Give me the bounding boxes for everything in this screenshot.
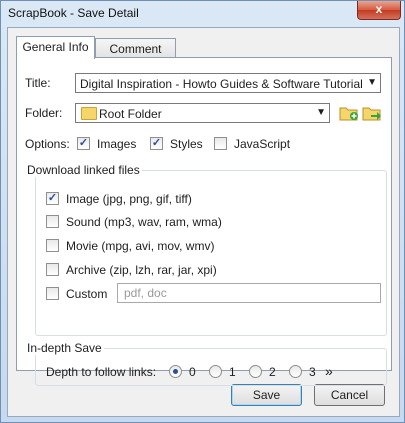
title-value: Digital Inspiration - Howto Guides & Sof…: [80, 77, 363, 91]
download-movie-label: Movie (mpg, avi, mov, wmv): [66, 239, 215, 253]
window-title: ScrapBook - Save Detail: [8, 6, 139, 20]
depth-label: Depth to follow links:: [46, 365, 157, 379]
depth-radio-3[interactable]: [289, 365, 302, 378]
cancel-button[interactable]: Cancel: [314, 384, 385, 406]
new-folder-icon[interactable]: [339, 104, 359, 122]
dialog-client-area: General Info Comment Title: Digital Insp…: [7, 27, 400, 417]
download-custom-checkbox[interactable]: [46, 287, 59, 300]
download-image-label: Image (jpg, png, gif, tiff): [66, 192, 192, 206]
styles-label: Styles: [170, 137, 203, 151]
tab-general-info[interactable]: General Info: [16, 36, 95, 59]
depth-radio-1[interactable]: [209, 365, 222, 378]
title-label: Title:: [25, 76, 51, 90]
depth-radio-2-label: 2: [269, 365, 276, 379]
download-sound-label: Sound (mp3, wav, ram, wma): [66, 215, 222, 229]
download-custom-label: Custom: [66, 287, 108, 301]
title-bar: ScrapBook - Save Detail x: [1, 1, 404, 25]
folder-value: Root Folder: [99, 107, 162, 121]
download-image-checkbox[interactable]: ✓: [46, 192, 59, 205]
folder-label: Folder:: [25, 106, 63, 120]
download-group-title: Download linked files: [25, 163, 142, 177]
javascript-checkbox[interactable]: [214, 137, 227, 150]
depth-radio-2[interactable]: [249, 365, 262, 378]
move-folder-icon[interactable]: [362, 104, 382, 122]
images-label: Images: [97, 137, 137, 151]
save-detail-dialog: ScrapBook - Save Detail x General Info C…: [0, 0, 405, 423]
styles-checkbox[interactable]: ✓: [150, 137, 163, 150]
general-info-panel: Title: Digital Inspiration - Howto Guide…: [16, 57, 392, 386]
title-combobox[interactable]: Digital Inspiration - Howto Guides & Sof…: [75, 73, 381, 93]
images-checkbox[interactable]: ✓: [77, 137, 90, 150]
in-depth-group-title: In-depth Save: [25, 341, 104, 355]
custom-extensions-input[interactable]: [117, 283, 381, 303]
folder-icon: [81, 107, 97, 120]
chevron-down-icon[interactable]: ▼: [316, 107, 326, 118]
download-sound-checkbox[interactable]: [46, 215, 59, 228]
save-button[interactable]: Save: [231, 384, 302, 406]
download-archive-checkbox[interactable]: [46, 263, 59, 276]
download-archive-label: Archive (zip, lzh, rar, jar, xpi): [66, 263, 217, 277]
depth-radio-0-label: 0: [189, 365, 196, 379]
tab-comment[interactable]: Comment: [95, 38, 176, 59]
options-label: Options:: [25, 137, 70, 151]
chevron-down-icon[interactable]: ▼: [367, 77, 377, 88]
folder-select[interactable]: Root Folder ▼: [75, 103, 330, 123]
close-button[interactable]: x: [357, 1, 401, 20]
javascript-label: JavaScript: [234, 137, 291, 151]
depth-radio-1-label: 1: [229, 365, 236, 379]
download-movie-checkbox[interactable]: [46, 239, 59, 252]
depth-radio-0[interactable]: [169, 365, 182, 378]
depth-radio-3-label: 3: [309, 365, 316, 379]
more-depth-button[interactable]: »: [325, 363, 333, 379]
